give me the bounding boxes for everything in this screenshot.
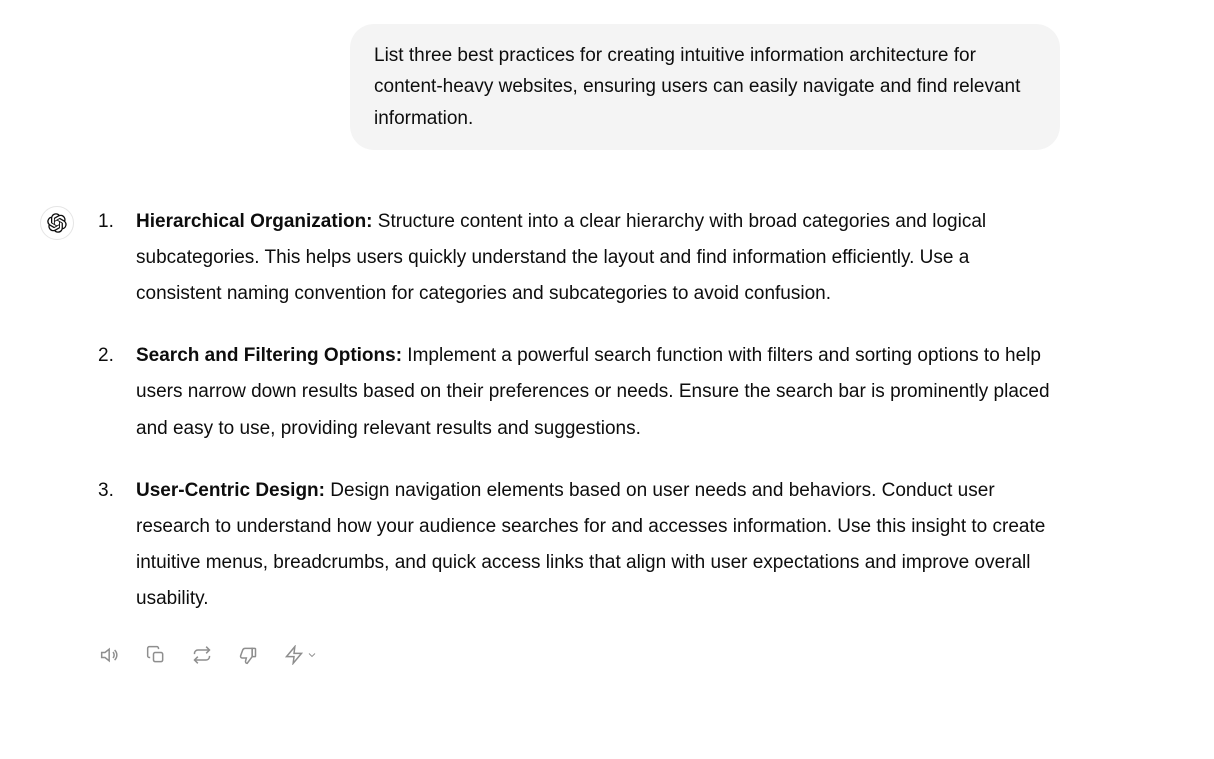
bad-response-button[interactable] (236, 643, 260, 667)
openai-logo-icon (47, 213, 67, 233)
insight-button[interactable] (282, 643, 320, 667)
lightning-icon (284, 645, 304, 665)
assistant-row: Hierarchical Organization: Structure con… (40, 200, 1060, 667)
assistant-avatar (40, 206, 74, 240)
user-message-text: List three best practices for creating i… (374, 45, 1020, 129)
user-message-bubble: List three best practices for creating i… (350, 24, 1060, 150)
list-item: Hierarchical Organization: Structure con… (98, 204, 1060, 312)
list-item: User-Centric Design: Design navigation e… (98, 473, 1060, 617)
user-message-row: List three best practices for creating i… (120, 24, 1060, 150)
list-item-title: Hierarchical Organization: (136, 211, 373, 232)
list-item-title: Search and Filtering Options: (136, 345, 402, 366)
response-list: Hierarchical Organization: Structure con… (98, 204, 1060, 617)
read-aloud-button[interactable] (98, 643, 122, 667)
assistant-content: Hierarchical Organization: Structure con… (98, 200, 1060, 667)
refresh-icon (192, 645, 212, 665)
chevron-down-icon (306, 649, 318, 661)
regenerate-button[interactable] (190, 643, 214, 667)
copy-icon (146, 645, 166, 665)
list-item-title: User-Centric Design: (136, 480, 325, 501)
copy-button[interactable] (144, 643, 168, 667)
action-bar (98, 643, 1060, 667)
speaker-icon (100, 645, 120, 665)
thumbs-down-icon (238, 645, 258, 665)
chat-container: List three best practices for creating i… (0, 0, 1100, 691)
list-item: Search and Filtering Options: Implement … (98, 338, 1060, 446)
